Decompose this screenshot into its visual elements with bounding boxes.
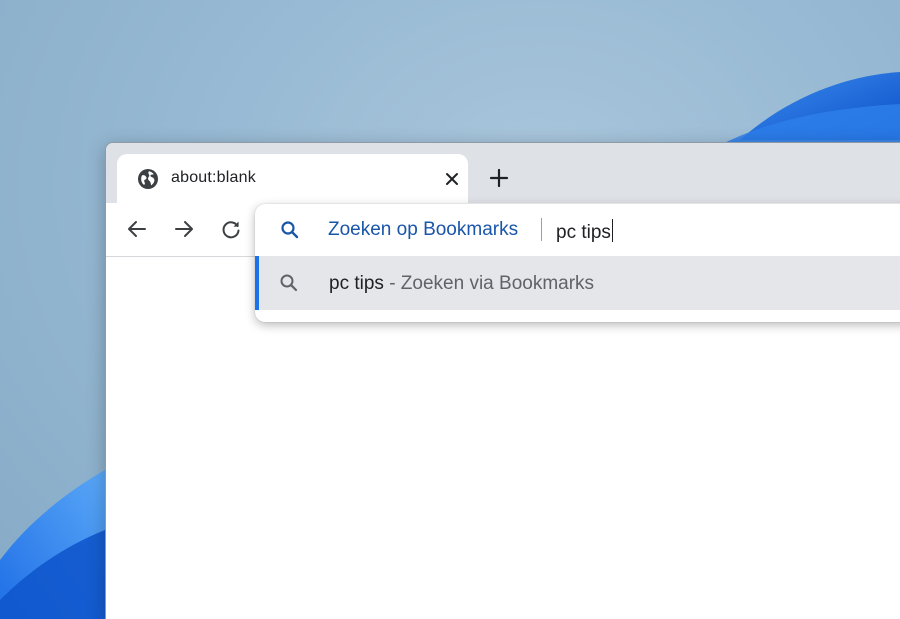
text-caret bbox=[611, 219, 614, 242]
suggestion-description: - Zoeken via Bookmarks bbox=[383, 273, 595, 294]
tab-strip: about:blank bbox=[106, 143, 900, 203]
arrow-right-icon[interactable] bbox=[173, 218, 195, 240]
suggestion-query: pc tips bbox=[329, 273, 384, 294]
query-text: pc tips bbox=[556, 222, 611, 243]
search-icon bbox=[281, 221, 299, 239]
omnibox-dropdown: Zoeken op Bookmarks pc tips pc tips - Zo… bbox=[255, 204, 900, 322]
address-bar-input[interactable]: Zoeken op Bookmarks pc tips bbox=[255, 204, 900, 256]
keyword-divider bbox=[541, 218, 542, 241]
search-icon bbox=[280, 274, 298, 292]
reload-icon[interactable] bbox=[220, 218, 242, 240]
suggestion-row[interactable]: pc tips - Zoeken via Bookmarks bbox=[255, 256, 900, 310]
desktop: about:blank Zoeken op Bookmarks pc tips … bbox=[0, 0, 900, 619]
close-icon[interactable] bbox=[443, 170, 461, 188]
plus-icon[interactable] bbox=[488, 167, 510, 189]
active-tab[interactable]: about:blank bbox=[117, 154, 468, 203]
tab-title: about:blank bbox=[171, 169, 256, 186]
omnibox-query[interactable]: pc tips bbox=[556, 219, 614, 244]
selection-indicator bbox=[255, 256, 259, 310]
suggestion-text: pc tips - Zoeken via Bookmarks bbox=[329, 273, 594, 295]
search-engine-keyword: Zoeken op Bookmarks bbox=[328, 219, 519, 240]
arrow-left-icon[interactable] bbox=[126, 218, 148, 240]
globe-icon bbox=[138, 169, 158, 189]
